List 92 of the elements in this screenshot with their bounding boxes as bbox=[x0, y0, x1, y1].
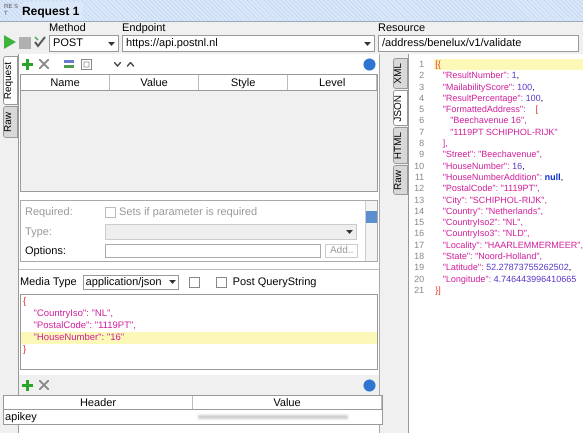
code-line: "1119PT SCHIPHOL-RIJK" bbox=[449, 126, 559, 138]
line-number: 3 bbox=[418, 82, 426, 93]
line-number: 1 bbox=[418, 59, 426, 70]
dropdown-arrow-icon bbox=[168, 280, 176, 284]
code-line: "CountryIso": "NL", bbox=[32, 308, 114, 320]
line-number: 10 bbox=[413, 160, 426, 172]
body-editor[interactable]: { "CountryIso": "NL", "PostalCode": "1119PT", "HouseNumber": "16" } bbox=[20, 294, 378, 370]
line-number: 8 bbox=[418, 138, 426, 150]
line-number: 20 bbox=[413, 274, 426, 285]
code-line: "HouseNumber": 16, bbox=[442, 160, 526, 172]
checkbox[interactable] bbox=[216, 276, 227, 288]
checkbox[interactable] bbox=[105, 206, 116, 218]
vertical-tab[interactable]: JSON bbox=[393, 90, 408, 126]
line-number: 17 bbox=[413, 240, 426, 252]
column-header: Level bbox=[288, 75, 378, 90]
line-number: 21 bbox=[413, 284, 426, 296]
field-label: Media Type bbox=[20, 274, 77, 290]
run-button[interactable] bbox=[4, 35, 16, 49]
add-icon[interactable] bbox=[22, 380, 33, 390]
delete-icon[interactable] bbox=[39, 59, 49, 69]
code-line: "PostalCode": "1119PT", bbox=[32, 320, 137, 332]
field-label: Options: bbox=[25, 244, 67, 259]
chevron-up-icon[interactable] bbox=[127, 62, 134, 66]
dropdown-arrow-icon bbox=[364, 42, 371, 46]
line-number: 11 bbox=[414, 172, 426, 184]
vertical-tab[interactable]: Raw bbox=[393, 165, 408, 196]
code-line: "ResultNumber": 1, bbox=[442, 70, 520, 82]
field-label: Method bbox=[49, 22, 87, 35]
code-line: "Latitude": 52.27873755262502, bbox=[442, 262, 572, 274]
code-line: "Locality": "HAARLEMMERMEER", bbox=[442, 240, 583, 252]
column-header: Value bbox=[110, 75, 200, 90]
code-line: ], bbox=[442, 138, 449, 150]
field-label: Resource bbox=[378, 22, 426, 35]
line-number: 5 bbox=[418, 104, 426, 116]
line-number: 6 bbox=[418, 115, 426, 127]
vertical-tab[interactable]: Request bbox=[3, 56, 18, 106]
line-number: 16 bbox=[413, 228, 426, 240]
code-line: } bbox=[22, 344, 28, 356]
checkbox-label: Sets if parameter is required bbox=[119, 205, 258, 220]
dropdown-arrow-icon bbox=[346, 230, 353, 234]
code-line: }] bbox=[434, 284, 442, 296]
column-header: Value bbox=[193, 396, 382, 409]
code-line: "Country": "Netherlands", bbox=[442, 206, 544, 218]
code-line: "CountryIso2": "NL", bbox=[442, 217, 524, 228]
field-label: Endpoint bbox=[122, 22, 166, 35]
window-title: Request 1 bbox=[22, 2, 84, 20]
media-type-dropdown[interactable]: application/json bbox=[82, 274, 179, 290]
delete-icon[interactable] bbox=[39, 380, 49, 390]
field-label: Required: bbox=[25, 205, 74, 220]
checkbox-label: Post QueryString bbox=[232, 274, 316, 290]
line-number: 12 bbox=[413, 183, 426, 195]
checkmark-icon[interactable] bbox=[34, 36, 46, 48]
vertical-tab[interactable]: Raw bbox=[3, 106, 18, 138]
text-format-icon[interactable] bbox=[63, 59, 75, 69]
column-header: Style bbox=[199, 75, 288, 90]
options-field[interactable] bbox=[105, 244, 321, 258]
table-cell-text: apikey bbox=[4, 410, 38, 424]
vertical-tab[interactable]: XML bbox=[393, 58, 408, 89]
scrollbar[interactable] bbox=[365, 201, 378, 261]
method-dropdown[interactable]: POST bbox=[49, 35, 119, 52]
column-header: Header bbox=[4, 396, 193, 409]
code-line: { bbox=[22, 296, 28, 308]
code-line: "State": "Noord-Holland", bbox=[442, 251, 544, 262]
code-line: "Beechavenue 16", bbox=[449, 115, 528, 127]
line-number: 2 bbox=[418, 70, 426, 82]
dropdown-arrow-icon bbox=[108, 42, 115, 46]
chevron-down-icon[interactable] bbox=[114, 62, 121, 66]
resource-field[interactable]: /address/benelux/v1/validate bbox=[378, 35, 579, 52]
code-line: "City": "SCHIPHOL-RIJK", bbox=[442, 194, 548, 206]
expand-icon[interactable] bbox=[81, 58, 92, 70]
code-line: "CountryIso3": "NLD", bbox=[442, 228, 530, 240]
code-line: "Longitude": 4.746443996410665 bbox=[442, 274, 578, 285]
line-number: 13 bbox=[413, 194, 426, 206]
code-line: "HouseNumberAddition": null, bbox=[442, 172, 564, 184]
line-number: 14 bbox=[413, 206, 426, 218]
add-icon[interactable] bbox=[22, 58, 33, 70]
line-number: 15 bbox=[413, 217, 426, 228]
expand-icon[interactable] bbox=[188, 276, 200, 288]
code-line: "MailabilityScore": 100, bbox=[442, 82, 536, 93]
line-number: 19 bbox=[413, 262, 426, 274]
line-number: 7 bbox=[418, 126, 426, 138]
code-line: "PostalCode": "1119PT", bbox=[442, 183, 541, 195]
code-line: "ResultPercentage": 100, bbox=[442, 92, 544, 104]
endpoint-field[interactable]: https://api.postnl.nl bbox=[122, 35, 375, 52]
field-label: Type: bbox=[25, 224, 53, 240]
line-number: 9 bbox=[418, 149, 426, 161]
line-number: 18 bbox=[413, 251, 426, 262]
column-header: Name bbox=[21, 75, 110, 90]
code-line: "Street": "Beechavenue", bbox=[442, 149, 544, 161]
line-number: 4 bbox=[418, 92, 426, 104]
vertical-tab[interactable]: HTML bbox=[393, 127, 408, 164]
code-line: "FormattedAddress": [ bbox=[442, 104, 540, 116]
